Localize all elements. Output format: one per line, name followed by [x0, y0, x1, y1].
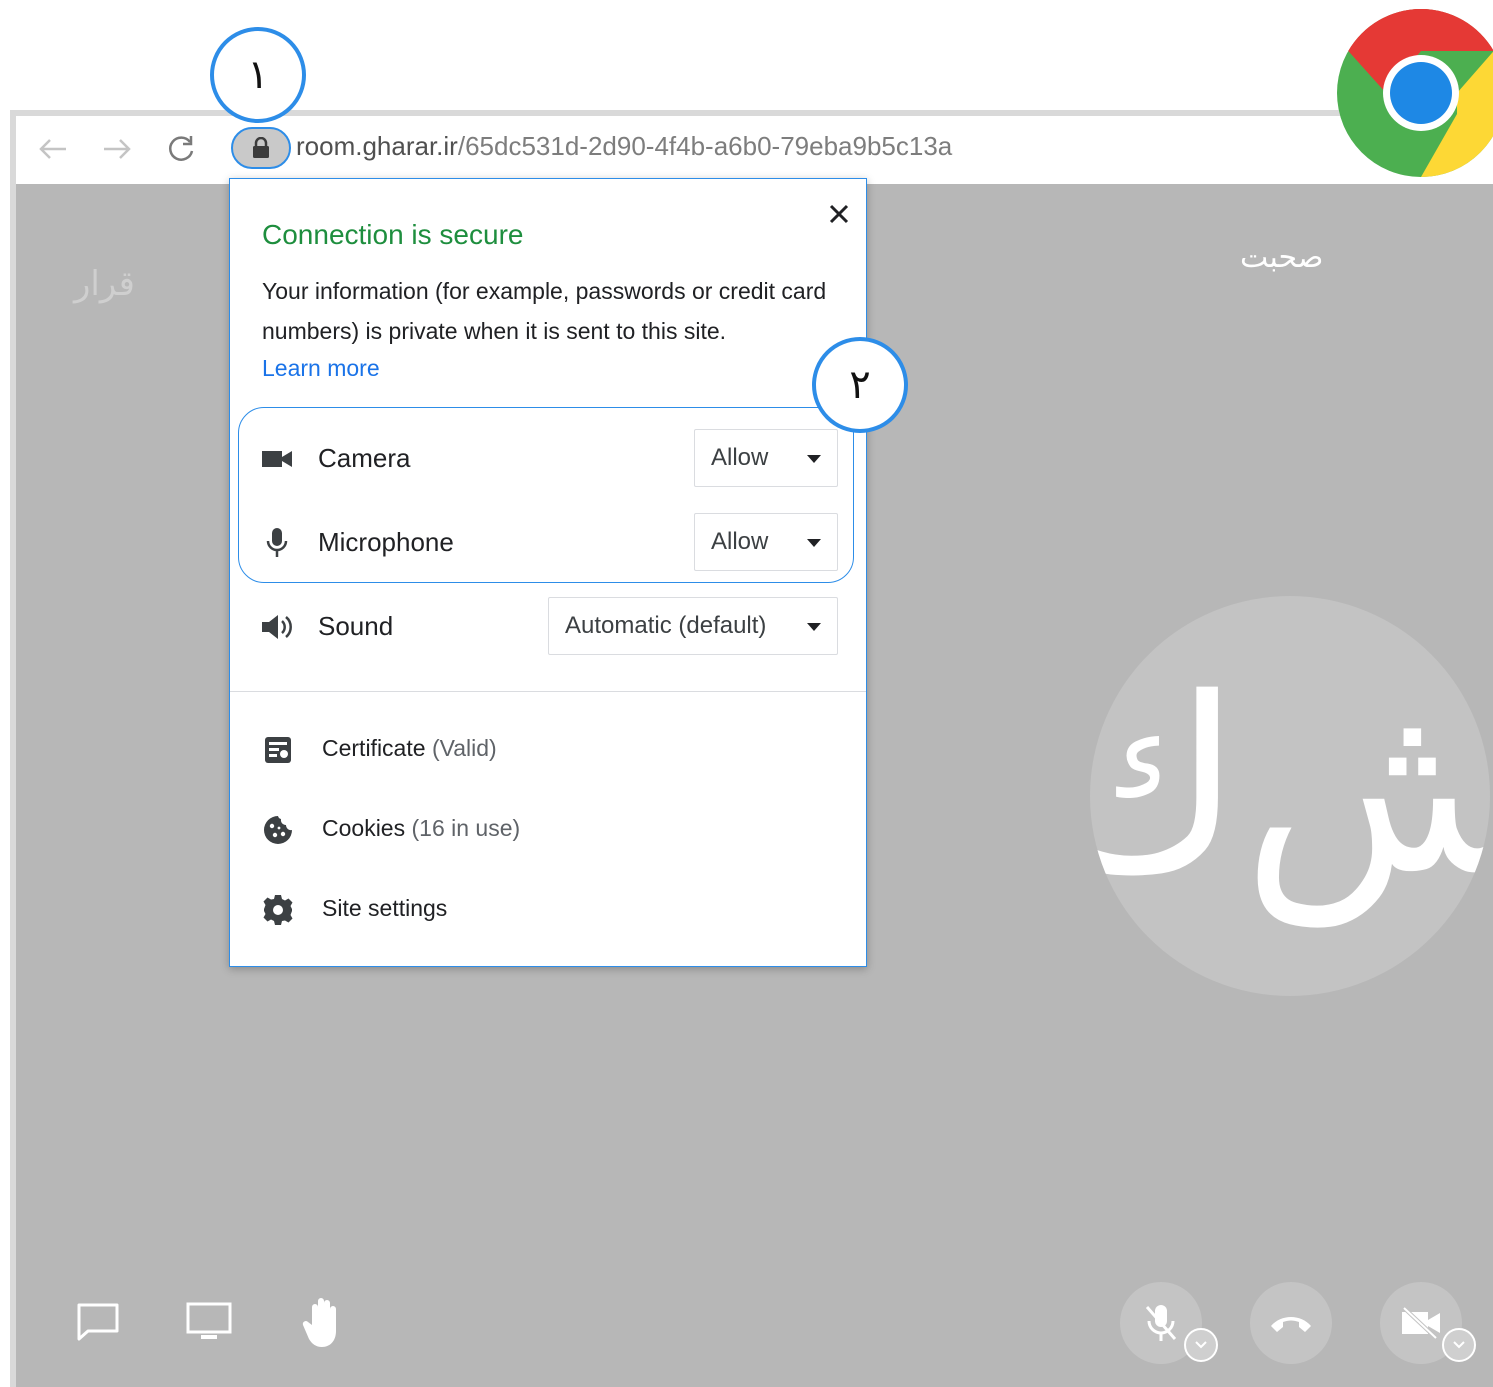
dropdown-arrow-icon — [807, 455, 821, 463]
hang-up-button[interactable] — [1250, 1282, 1332, 1364]
cookies-label: Cookies — [322, 815, 406, 841]
select-value: Automatic (default) — [565, 612, 767, 639]
avatar: ش‌ك — [1090, 596, 1490, 996]
site-settings-link[interactable]: Site settings — [262, 889, 822, 929]
raise-hand-button[interactable] — [296, 1294, 350, 1350]
url-path: /65dc531d-2d90-4f4b-a6b0-79eba9b5c13a — [457, 131, 953, 161]
microphone-permission-select[interactable]: Allow — [694, 513, 838, 571]
permission-row-microphone: Microphone Allow — [262, 513, 838, 573]
microphone-icon — [262, 528, 292, 557]
camera-off-icon — [1402, 1306, 1440, 1340]
gear-icon — [262, 895, 294, 925]
permission-row-sound: Sound Automatic (default) — [262, 597, 838, 657]
select-value: Allow — [711, 528, 769, 555]
chrome-logo-icon — [1337, 9, 1493, 177]
forward-button[interactable] — [98, 130, 136, 168]
divider — [230, 691, 866, 692]
hang-up-icon — [1271, 1317, 1311, 1332]
link-label: Cookies (16 in use) — [322, 815, 520, 842]
camera-icon — [262, 445, 292, 473]
forward-arrow-icon — [104, 139, 131, 159]
chat-title: صحبت — [1240, 240, 1324, 275]
microphone-off-icon — [1145, 1305, 1177, 1341]
app-logo: قرار — [74, 264, 135, 304]
link-label: Site settings — [322, 895, 447, 922]
step-2-badge: ٢ — [812, 337, 908, 433]
learn-more-link[interactable]: Learn more — [262, 355, 380, 382]
certificate-status: (Valid) — [431, 735, 497, 761]
permission-label: Camera — [318, 443, 411, 473]
popup-title: Connection is secure — [262, 219, 524, 250]
close-button[interactable] — [822, 197, 856, 231]
dropdown-arrow-icon — [807, 623, 821, 631]
url-host: room.gharar.ir — [296, 131, 458, 161]
monitor-icon — [186, 1302, 232, 1339]
site-info-button[interactable] — [231, 127, 291, 169]
reload-button[interactable] — [162, 130, 200, 168]
chevron-down-icon — [1453, 1341, 1465, 1349]
address-bar[interactable]: room.gharar.ir/65dc531d-2d90-4f4b-a6b0-7… — [296, 131, 952, 162]
sound-permission-select[interactable]: Automatic (default) — [548, 597, 838, 655]
speaker-icon — [262, 613, 292, 641]
step-1-badge: ١ — [210, 27, 306, 123]
chat-button[interactable] — [74, 1298, 122, 1346]
lock-icon — [253, 137, 269, 158]
permission-label: Sound — [318, 611, 394, 641]
screen-share-button[interactable] — [184, 1298, 234, 1346]
back-button[interactable] — [34, 130, 72, 168]
site-info-popup: Connection is secure Your information (f… — [229, 178, 867, 967]
dropdown-arrow-icon — [807, 539, 821, 547]
popup-description: Your information (for example, passwords… — [262, 278, 827, 344]
cookie-icon — [262, 815, 294, 845]
select-value: Allow — [711, 444, 769, 471]
certificate-icon — [262, 735, 294, 765]
cookies-count: (16 in use) — [411, 815, 521, 841]
site-settings-label: Site settings — [322, 895, 448, 921]
certificate-link[interactable]: Certificate (Valid) — [262, 729, 822, 769]
permission-label: Microphone — [318, 527, 454, 557]
avatar-initials: ش‌ك — [1090, 646, 1490, 926]
microphone-options-button[interactable] — [1184, 1328, 1218, 1362]
close-icon — [829, 204, 849, 224]
link-label: Certificate (Valid) — [322, 735, 497, 762]
permission-row-camera: Camera Allow — [262, 429, 838, 489]
certificate-label: Certificate — [322, 735, 426, 761]
camera-options-button[interactable] — [1442, 1328, 1476, 1362]
hand-icon — [302, 1298, 336, 1347]
cookies-link[interactable]: Cookies (16 in use) — [262, 809, 822, 849]
chevron-down-icon — [1195, 1341, 1207, 1349]
camera-permission-select[interactable]: Allow — [694, 429, 838, 487]
reload-icon — [169, 136, 194, 161]
chat-bubble-icon — [77, 1303, 119, 1341]
back-arrow-icon — [39, 139, 66, 159]
